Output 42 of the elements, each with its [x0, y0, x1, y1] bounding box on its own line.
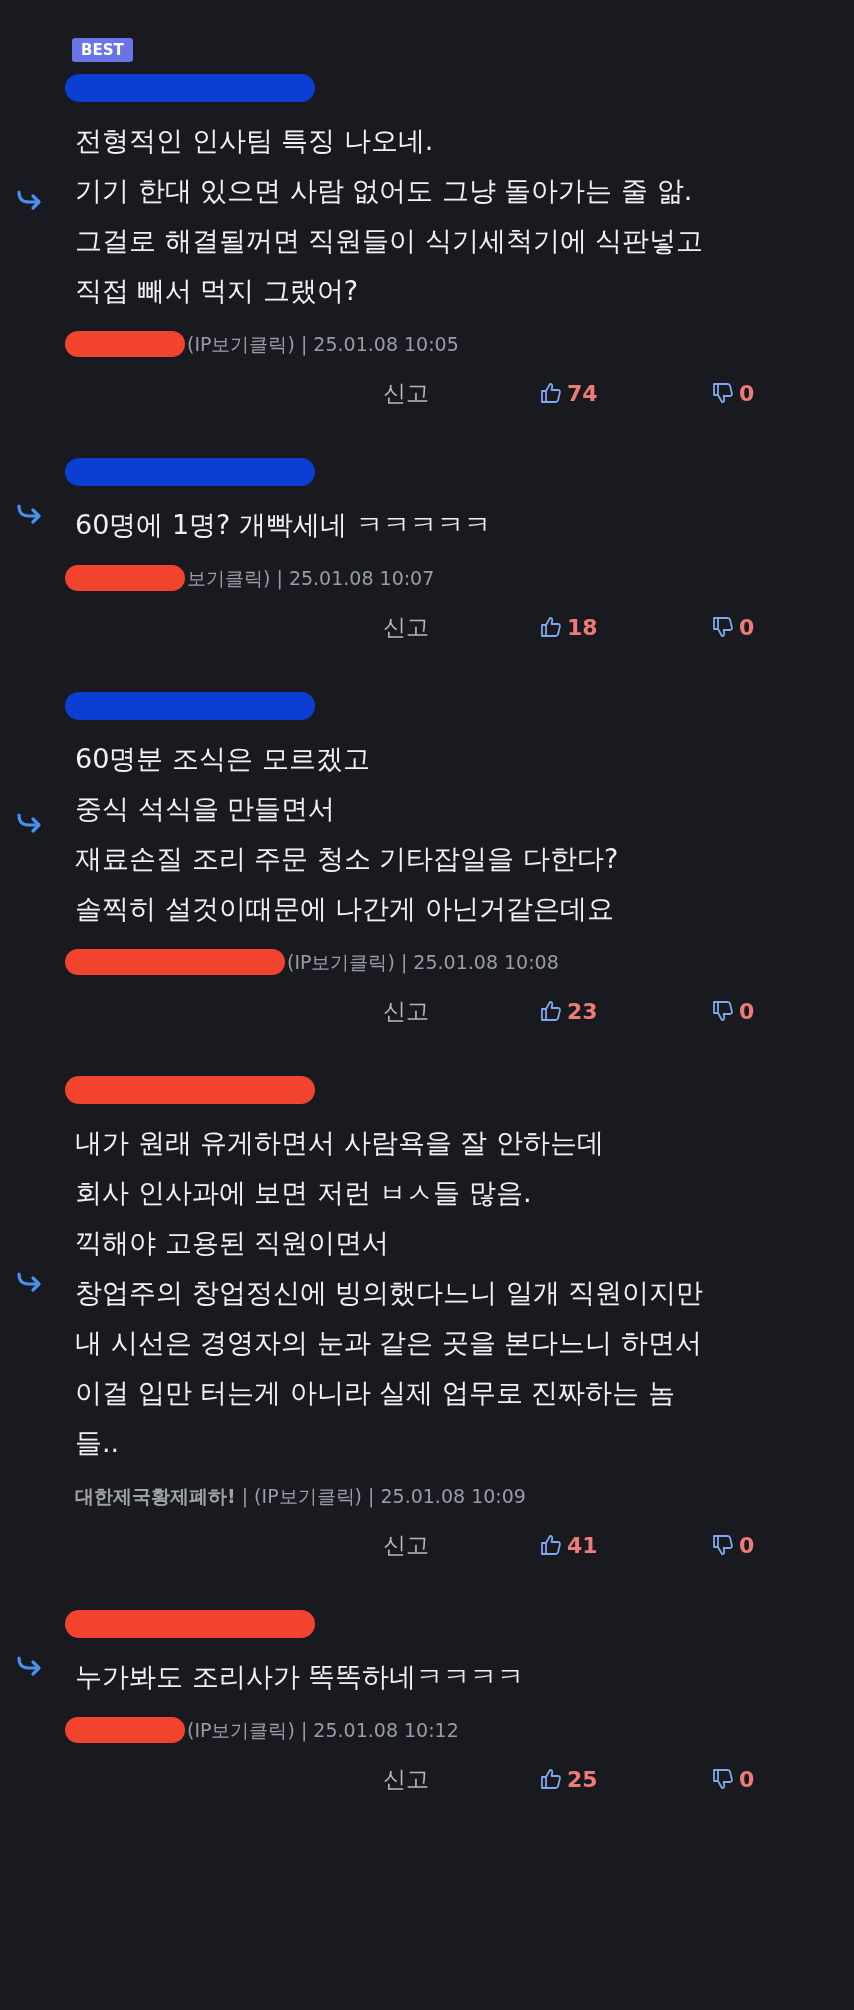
author-name[interactable]: 대한제국황제폐하!: [75, 1481, 236, 1511]
like-button[interactable]: 74: [539, 376, 659, 410]
comment-text: 누가봐도 조리사가 똑똑하네ㅋㅋㅋㅋ: [75, 1660, 526, 1694]
dislike-button[interactable]: 0: [711, 1528, 755, 1562]
comment-text: 60명에 1명? 개빡세네 ㅋㅋㅋㅋㅋ: [75, 508, 492, 542]
thumbs-up-icon: [539, 1767, 563, 1791]
dislike-button[interactable]: 0: [711, 376, 755, 410]
thumbs-down-icon: [711, 1533, 735, 1557]
reply-arrow-icon: [16, 1655, 42, 1677]
comment-meta: (IP보기클릭) | 25.01.08 10:05: [187, 331, 459, 358]
thumbs-up-icon: [539, 381, 563, 405]
like-button[interactable]: 41: [539, 1528, 659, 1562]
thumbs-up-icon: [539, 999, 563, 1023]
thumbs-down-icon: [711, 381, 735, 405]
dislike-button[interactable]: 0: [711, 610, 755, 644]
dislike-button[interactable]: 0: [711, 1762, 755, 1796]
thumbs-up-icon: [539, 1533, 563, 1557]
thumbs-down-icon: [711, 615, 735, 639]
comment-meta: 보기클릭) | 25.01.08 10:07: [187, 565, 435, 592]
thumbs-up-icon: [539, 615, 563, 639]
dislike-button[interactable]: 0: [711, 994, 755, 1028]
like-button[interactable]: 23: [539, 994, 659, 1028]
comment-meta: (IP보기클릭) | 25.01.08 10:08: [287, 949, 559, 976]
report-button[interactable]: 신고: [383, 375, 463, 411]
comment-meta: | (IP보기클릭) | 25.01.08 10:09: [241, 1483, 526, 1510]
reply-arrow-icon: [16, 189, 42, 211]
comment-meta: (IP보기클릭) | 25.01.08 10:12: [187, 1717, 459, 1744]
reply-arrow-icon: [16, 503, 42, 525]
reply-arrow-icon: [16, 812, 42, 834]
report-button[interactable]: 신고: [383, 1761, 463, 1797]
like-button[interactable]: 25: [539, 1762, 659, 1796]
comment-text: 내가 원래 유게하면서 사람욕을 잘 안하는데 회사 인사과에 보면 저런 ㅂㅅ들 많음. 끽해야 고용된 직원이면서 창업주의 창업정신에 빙의했다느니 일개 직원이지만 내 시선은 경영자의 눈과 같은 곳을 본다느니 하면서 이걸 입만 터는게 아니라 실제 업무로 진짜하는 놈 들..: [75, 1126, 705, 1460]
report-button[interactable]: 신고: [383, 993, 463, 1029]
comment-text: 전형적인 인사팀 특징 나오네. 기기 한대 있으면 사람 없어도 그냥 돌아가는 줄 앎. 그걸로 해결될꺼면 직원들이 식기세척기에 식판넣고 직접 빼서 먹지 그랬어?: [75, 124, 705, 308]
report-button[interactable]: 신고: [383, 609, 463, 645]
reply-arrow-icon: [16, 1271, 42, 1293]
like-button[interactable]: 18: [539, 610, 659, 644]
thumbs-down-icon: [711, 1767, 735, 1791]
comment-text: 60명분 조식은 모르겠고 중식 석식을 만들면서 재료손질 조리 주문 청소 기타잡일을 다한다? 솔찍히 설것이때문에 나간게 아닌거같은데요: [75, 742, 620, 926]
best-badge: BEST: [72, 38, 133, 62]
report-button[interactable]: 신고: [383, 1527, 463, 1563]
thumbs-down-icon: [711, 999, 735, 1023]
